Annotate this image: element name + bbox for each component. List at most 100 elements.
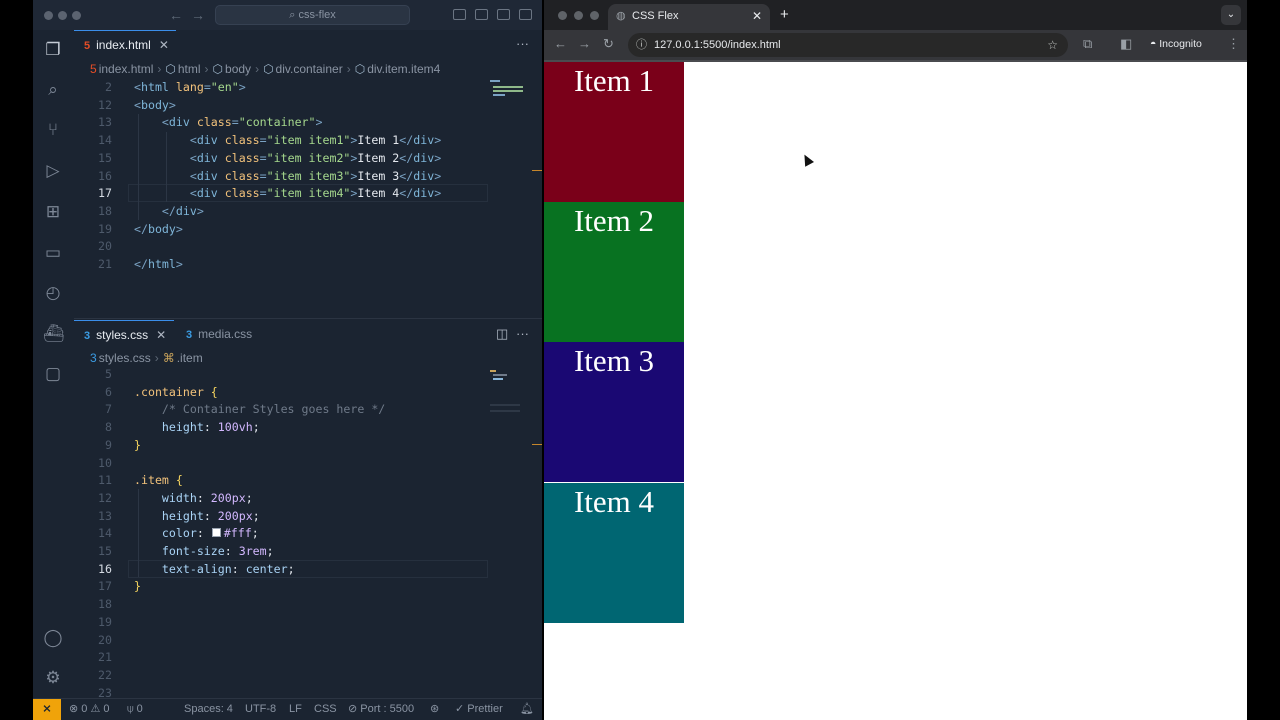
maximize-window-button[interactable] (72, 11, 81, 20)
code-line[interactable]: 19 (74, 613, 542, 631)
copilot-icon[interactable]: ⊛ (430, 699, 439, 720)
code-line[interactable]: 16 text-align: center; (74, 559, 542, 578)
code-line[interactable]: 5 (74, 365, 542, 383)
encoding-indicator[interactable]: UTF-8 (245, 699, 276, 720)
breadcrumb-item[interactable]: html (178, 62, 201, 76)
indentation-indicator[interactable]: Spaces: 4 (184, 699, 233, 720)
side-panel-icon[interactable]: ◧ (1120, 36, 1132, 52)
editor-split-divider[interactable] (74, 318, 542, 319)
tab-media-css[interactable]: 3 media.css (176, 320, 266, 348)
run-debug-icon[interactable]: ▷ (43, 161, 63, 181)
problems-indicator[interactable]: ⊗ 0 ⚠ 0 (69, 699, 110, 720)
git-graph-icon[interactable]: ◴ (43, 283, 63, 303)
address-bar[interactable]: ⓘ 127.0.0.1:5500/index.html ☆ (628, 33, 1068, 57)
close-tab-icon[interactable]: ✕ (752, 4, 762, 28)
code-line[interactable]: 18 </div> (74, 202, 542, 220)
code-line[interactable]: 12 width: 200px; (74, 489, 542, 507)
back-arrow-icon[interactable]: ← (169, 7, 183, 23)
site-info-icon[interactable]: ⓘ (636, 33, 647, 57)
css-code-area[interactable]: 5 6 .container {7 /* Container Styles goes… (74, 365, 542, 700)
code-line[interactable]: 20 (74, 631, 542, 649)
account-icon[interactable]: ◯ (43, 628, 63, 648)
breadcrumb-item[interactable]: div.item.item4 (367, 62, 440, 76)
eol-indicator[interactable]: LF (289, 699, 302, 720)
code-line[interactable]: 13 <div class="container"> (74, 113, 542, 131)
prettier-indicator[interactable]: ✓ Prettier (455, 699, 503, 720)
code-line[interactable]: 21 (74, 648, 542, 666)
source-control-icon[interactable]: ⑂ (43, 120, 63, 140)
split-editor-icon[interactable]: ◫ (496, 326, 508, 342)
code-line[interactable]: 19 </body> (74, 220, 542, 238)
forward-arrow-icon[interactable]: → (578, 36, 591, 51)
close-tab-icon[interactable]: ✕ (159, 38, 169, 52)
html-code-area[interactable]: 2 <html lang="en"> 12 <body> 13 <div class="… (74, 78, 542, 318)
code-line[interactable]: 7 /* Container Styles goes here */ (74, 400, 542, 418)
code-line[interactable]: 12 <body> (74, 96, 542, 114)
code-line[interactable]: 14 <div class="item item1">Item 1</div> (74, 131, 542, 149)
toggle-panel-icon[interactable] (475, 9, 488, 20)
minimize-window-button[interactable] (574, 11, 583, 20)
back-arrow-icon[interactable]: ← (554, 36, 567, 51)
code-line[interactable]: 17 <div class="item item4">Item 4</div> (74, 184, 542, 203)
command-center-search[interactable]: ⌕ css-flex (215, 5, 410, 25)
code-line[interactable]: 9} (74, 436, 542, 454)
incognito-indicator[interactable]: ◓ Incognito (1150, 38, 1202, 50)
more-actions-icon[interactable]: ··· (516, 326, 529, 341)
extensions-icon[interactable]: ⧉ (1083, 36, 1092, 52)
tab-styles-css[interactable]: 3 styles.css ✕ (74, 320, 174, 348)
color-swatch[interactable] (211, 528, 221, 538)
code-line[interactable]: 16 <div class="item item3">Item 3</div> (74, 167, 542, 185)
code-line[interactable]: 2 <html lang="en"> (74, 78, 542, 96)
explorer-icon[interactable]: ❐ (43, 40, 63, 60)
minimize-window-button[interactable] (58, 11, 67, 20)
chevron-down-icon[interactable]: ⌄ (1221, 5, 1241, 25)
close-window-button[interactable] (44, 11, 53, 20)
gear-icon[interactable]: ⚙ (43, 668, 63, 688)
tab-index-html[interactable]: 5 index.html ✕ (74, 30, 176, 58)
close-window-button[interactable] (558, 11, 567, 20)
ports-indicator[interactable]: ⍦ 0 (127, 699, 143, 720)
code-token: < (134, 80, 141, 94)
kebab-menu-icon[interactable]: ⋮ (1227, 36, 1240, 52)
breadcrumb-item[interactable]: body (225, 62, 251, 76)
maximize-window-button[interactable] (590, 11, 599, 20)
code-line[interactable]: 10 (74, 454, 542, 472)
code-line[interactable]: 22 (74, 666, 542, 684)
minimap[interactable] (490, 368, 526, 418)
remote-explorer-icon[interactable]: ▭ (43, 243, 63, 263)
code-line[interactable]: 8 height: 100vh; (74, 418, 542, 436)
code-line[interactable]: 13 height: 200px; (74, 507, 542, 525)
toggle-sidebar-icon[interactable] (453, 9, 466, 20)
bookmark-star-icon[interactable]: ☆ (1047, 33, 1058, 57)
code-line[interactable]: 21 </html> (74, 255, 542, 273)
code-line[interactable]: 15 font-size: 3rem; (74, 542, 542, 560)
code-line[interactable]: 14 color: #fff; (74, 524, 542, 542)
code-line[interactable]: 18 (74, 595, 542, 613)
code-line[interactable]: 6 .container { (74, 383, 542, 401)
remote-indicator[interactable]: ⨯ (33, 699, 61, 720)
live-server-port[interactable]: ⊘ Port : 5500 (348, 699, 414, 720)
code-line[interactable]: 15 <div class="item item2">Item 2</div> (74, 149, 542, 167)
breadcrumb-item[interactable]: styles.css (99, 351, 151, 365)
bell-icon[interactable]: 🔔︎ (520, 699, 534, 720)
search-icon[interactable]: ⌕ (43, 80, 63, 100)
new-tab-button[interactable]: + (780, 6, 789, 23)
breadcrumb-item[interactable]: index.html (99, 62, 154, 76)
browser-tab-active[interactable]: ◍ CSS Flex ✕ (608, 4, 770, 30)
toggle-secondary-sidebar-icon[interactable] (497, 9, 510, 20)
code-line[interactable]: 11 .item { (74, 471, 542, 489)
reload-icon[interactable]: ↻ (603, 36, 614, 52)
minimap[interactable] (490, 78, 526, 118)
customize-layout-icon[interactable] (519, 9, 532, 20)
more-actions-icon[interactable]: ··· (516, 36, 529, 51)
code-line[interactable]: 20 (74, 237, 542, 255)
code-line[interactable]: 17} (74, 577, 542, 595)
extensions-icon[interactable]: ⊞ (43, 202, 63, 222)
close-tab-icon[interactable]: ✕ (156, 328, 166, 342)
breadcrumb-item[interactable]: .item (177, 351, 203, 365)
comments-icon[interactable]: ▢ (43, 364, 63, 384)
docker-icon[interactable]: ⛴ (43, 324, 65, 344)
language-indicator[interactable]: CSS (314, 699, 337, 720)
forward-arrow-icon[interactable]: → (191, 7, 205, 23)
breadcrumb-item[interactable]: div.container (276, 62, 343, 76)
